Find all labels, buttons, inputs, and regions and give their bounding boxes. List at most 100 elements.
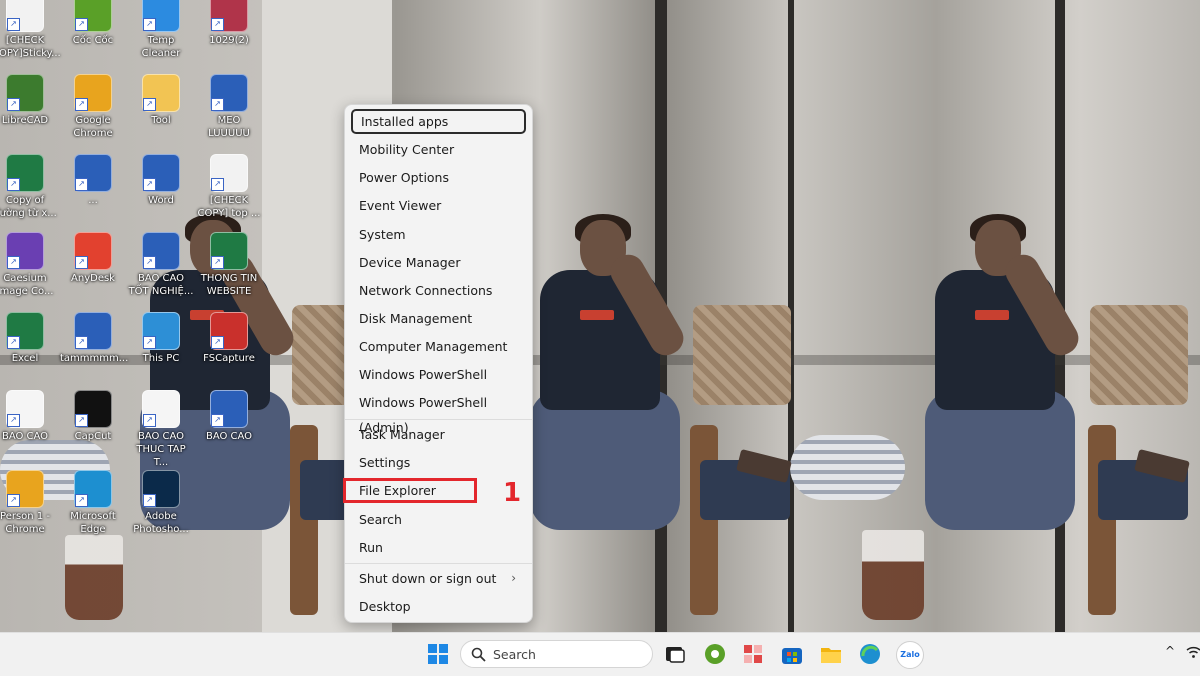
desktop-icon-label: AnyDesk <box>71 273 115 284</box>
menu-item-event-viewer[interactable]: Event Viewer <box>351 193 526 218</box>
menu-item-device-manager[interactable]: Device Manager <box>351 250 526 275</box>
desktop-icon[interactable]: ↗ Excel <box>0 312 58 365</box>
desktop-icon[interactable]: ↗ [CHECK COPY] top ... <box>196 154 262 220</box>
menu-item-disk-management[interactable]: Disk Management <box>351 306 526 331</box>
windows-logo-icon <box>428 644 448 664</box>
app-icon: ↗ <box>6 232 44 270</box>
taskbar-search-box[interactable]: Search <box>460 640 653 668</box>
chevron-right-icon: › <box>511 571 516 585</box>
shortcut-arrow-icon: ↗ <box>75 336 88 349</box>
shortcut-arrow-icon: ↗ <box>75 18 88 31</box>
menu-item-shut-down[interactable]: Shut down or sign out › <box>351 566 526 591</box>
menu-item-mobility-center[interactable]: Mobility Center <box>351 137 526 162</box>
menu-item-computer-management[interactable]: Computer Management <box>351 334 526 359</box>
desktop-icon[interactable]: ↗ AnyDesk <box>60 232 126 285</box>
shortcut-arrow-icon: ↗ <box>75 414 88 427</box>
menu-item-label: Device Manager <box>359 255 461 270</box>
microsoft-store-icon[interactable] <box>779 641 805 667</box>
wifi-icon[interactable] <box>1186 645 1200 661</box>
desktop-icon[interactable]: ↗ Google Chrome <box>60 74 126 140</box>
menu-item-settings[interactable]: Settings <box>351 450 526 475</box>
menu-item-desktop[interactable]: Desktop <box>351 594 526 619</box>
desktop-icon[interactable]: ↗ Person 1 - Chrome <box>0 470 58 536</box>
menu-item-installed-apps[interactable]: Installed apps <box>351 109 526 134</box>
iced-drink-cup <box>65 535 123 620</box>
desktop-icon-label: BAO CAO <box>205 431 253 442</box>
app-icon: ↗ <box>210 312 248 350</box>
app-icon: ↗ <box>142 154 180 192</box>
desktop-icon[interactable]: ↗ CapCut <box>60 390 126 443</box>
app-icon: ↗ <box>6 470 44 508</box>
desktop-icon[interactable]: ↗ 1029(2) <box>196 0 262 47</box>
menu-item-power-options[interactable]: Power Options <box>351 165 526 190</box>
desktop-icon-label: Temp Cleaner <box>141 35 181 59</box>
desktop-icon[interactable]: ↗ FSCapture <box>196 312 262 365</box>
file-explorer-taskbar-icon[interactable] <box>818 641 844 667</box>
chair-frame <box>690 425 718 615</box>
desktop-icon[interactable]: ↗ Temp Cleaner <box>128 0 194 60</box>
menu-item-label: Run <box>359 540 383 555</box>
desktop-icon-label: LibreCAD <box>1 115 49 126</box>
desktop-icon-label: 1029(2) <box>209 35 249 46</box>
shortcut-arrow-icon: ↗ <box>143 494 156 507</box>
zalo-taskbar-icon[interactable]: Zalo <box>896 641 924 669</box>
menu-item-system[interactable]: System <box>351 222 526 247</box>
app-icon: ↗ <box>210 154 248 192</box>
desktop-icon[interactable]: ↗ Cốc Cốc <box>60 0 126 47</box>
desktop-icon-label: Caesium Image Co... <box>0 273 54 297</box>
app-icon: ↗ <box>74 0 112 32</box>
menu-item-label: Settings <box>359 455 411 470</box>
menu-item-label: Search <box>359 512 402 527</box>
taskbar: Search Zalo ^ <box>0 632 1200 676</box>
start-button[interactable] <box>425 641 451 667</box>
desktop-icon-label: [CHECK COPY] top ... <box>197 195 261 219</box>
desktop-icon[interactable]: ↗ THONG TIN WEBSITE <box>196 232 262 298</box>
shortcut-arrow-icon: ↗ <box>7 336 20 349</box>
task-view-button[interactable] <box>662 641 688 667</box>
desktop-icon[interactable]: ↗ Word <box>128 154 194 207</box>
desktop-icon[interactable]: ↗ MEO LUUUUU <box>196 74 262 140</box>
desktop-icon[interactable]: ↗ Copy of đường từ x... <box>0 154 58 220</box>
menu-item-search[interactable]: Search <box>351 507 526 532</box>
desktop-icon[interactable]: ↗ Tool <box>128 74 194 127</box>
menu-item-task-manager[interactable]: Task Manager <box>351 422 526 447</box>
menu-item-run[interactable]: Run <box>351 535 526 560</box>
desktop-icon-label: BAO CAO THUC TAP T... <box>136 431 186 468</box>
menu-item-label: Windows PowerShell <box>359 367 488 382</box>
app-icon: ↗ <box>210 74 248 112</box>
desktop-icon[interactable]: ↗ [CHECK COPY]Sticky... <box>0 0 61 60</box>
desktop-icon[interactable]: ↗ LibreCAD <box>0 74 58 127</box>
desktop-icon[interactable]: ↗... <box>60 154 126 207</box>
desktop-icon-label: CapCut <box>74 431 112 442</box>
menu-item-network-connections[interactable]: Network Connections <box>351 278 526 303</box>
menu-item-windows-powershell-admin[interactable]: Windows PowerShell (Admin) <box>351 390 526 435</box>
app-icon: ↗ <box>142 232 180 270</box>
menu-item-windows-powershell[interactable]: Windows PowerShell <box>351 362 526 387</box>
desktop-icon[interactable]: ↗ BAO CAO TỐT NGHIỆ... <box>128 232 194 298</box>
edge-taskbar-icon[interactable] <box>857 641 883 667</box>
annotation-step-number: 1 <box>503 478 522 508</box>
coc-coc-taskbar-icon[interactable] <box>702 641 728 667</box>
desktop-icon[interactable]: ↗ BAO CAO <box>0 390 58 443</box>
shortcut-arrow-icon: ↗ <box>143 414 156 427</box>
shortcut-arrow-icon: ↗ <box>211 256 224 269</box>
menu-item-label: Event Viewer <box>359 198 442 213</box>
shortcut-arrow-icon: ↗ <box>7 414 20 427</box>
shortcut-arrow-icon: ↗ <box>143 256 156 269</box>
desktop-icon[interactable]: ↗ This PC <box>128 312 194 365</box>
app-icon: ↗ <box>74 154 112 192</box>
desktop-icon[interactable]: ↗ Microsoft Edge <box>60 470 126 536</box>
shortcut-arrow-icon: ↗ <box>7 256 20 269</box>
app-grid-taskbar-icon[interactable] <box>740 641 766 667</box>
menu-item-label: Power Options <box>359 170 449 185</box>
tray-chevron-icon[interactable]: ^ <box>1165 644 1175 658</box>
desktop-icon[interactable]: ↗ Adobe Photosho... <box>128 470 194 536</box>
desktop-icon[interactable]: ↗ Caesium Image Co... <box>0 232 58 298</box>
desktop-icon[interactable]: ↗ BAO CAO <box>196 390 262 443</box>
app-icon: ↗ <box>74 74 112 112</box>
app-icon: ↗ <box>210 390 248 428</box>
desktop-icon[interactable]: ↗ BAO CAO THUC TAP T... <box>128 390 194 469</box>
desktop-icon[interactable]: ↗ tammmmm... <box>60 312 129 365</box>
desktop-icon-label: ... <box>88 195 98 206</box>
desktop-icon-label: tammmmm... <box>60 353 129 364</box>
